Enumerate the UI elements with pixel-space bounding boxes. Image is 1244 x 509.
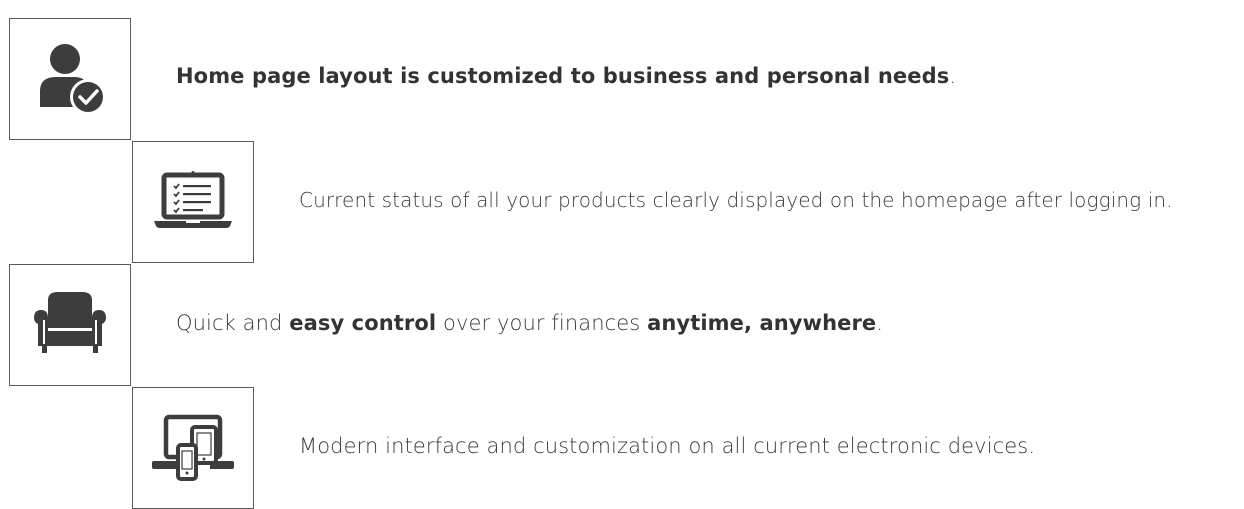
feature-text-run: over your finances [436,311,648,335]
feature-text-run: Quick and [176,311,290,335]
user-check-icon [40,44,106,115]
feature-text-control: Quick and easy control over your finance… [176,311,883,336]
armchair-icon [34,292,106,353]
laptop-checklist-icon [154,171,232,228]
feature-text-run: . [876,311,884,335]
feature-text-run: Modern interface and customization on al… [299,434,1036,458]
feature-tile-control [9,264,131,386]
devices-icon [152,414,234,481]
feature-tile-devices [132,387,254,509]
feature-text-bold: easy control [289,311,437,335]
feature-text-bold: Home page layout is customized to busine… [176,64,950,88]
feature-text-run: . [949,64,957,88]
feature-tile-status [132,141,254,263]
feature-text-devices: Modern interface and customization on al… [299,434,1035,459]
feature-text-bold: anytime, anywhere [647,311,877,335]
feature-text-layout: Home page layout is customized to busine… [176,64,956,89]
feature-text-run: Current status of all your products clea… [299,188,1173,212]
feature-text-status: Current status of all your products clea… [299,188,1173,212]
feature-tile-user [9,18,131,140]
